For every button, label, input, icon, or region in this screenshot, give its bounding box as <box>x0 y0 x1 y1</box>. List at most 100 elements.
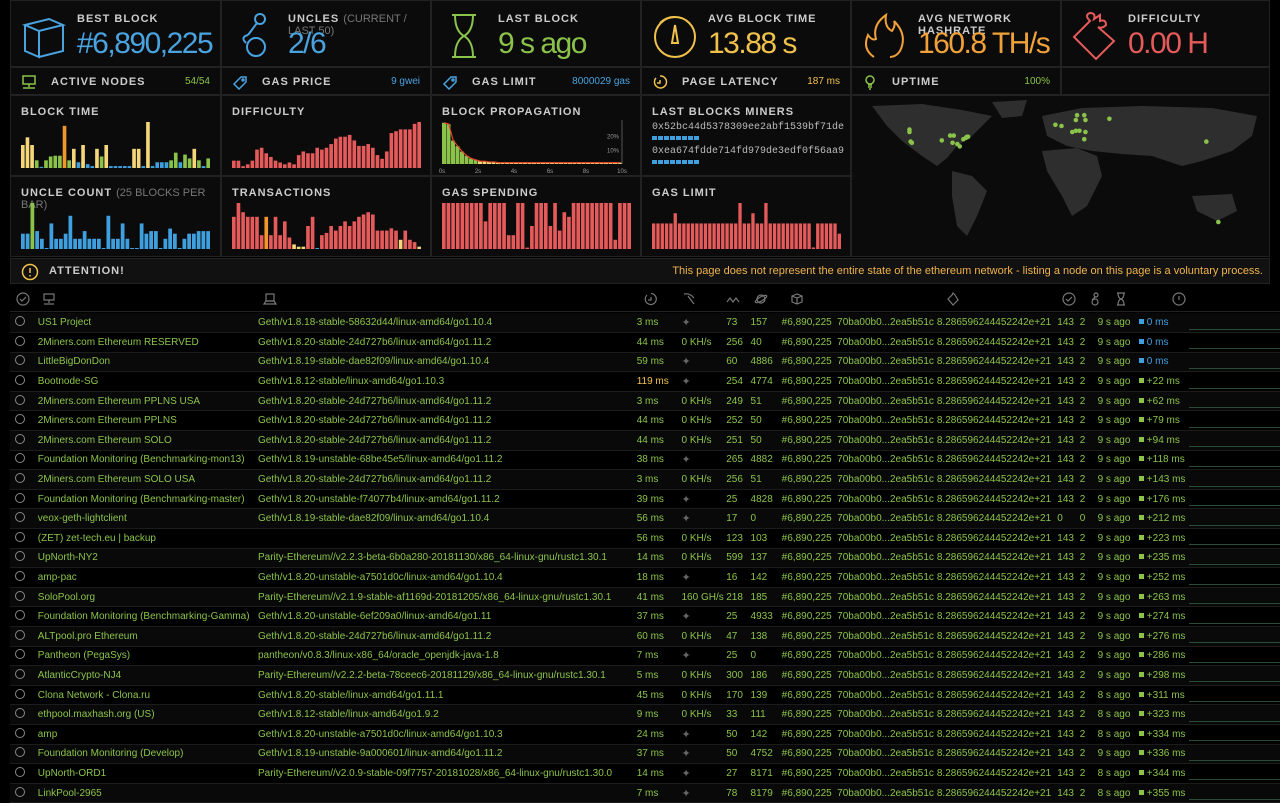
node-row[interactable]: ampGeth/v1.8.20-unstable-a7501d0c/linux-… <box>10 724 1280 744</box>
node-row[interactable]: Pantheon (PegaSys)pantheon/v0.8.3/linux-… <box>10 646 1280 666</box>
node-propagation: +334 ms <box>1139 724 1189 744</box>
gas-limit-bar <box>812 247 815 249</box>
gas-limit-bar <box>682 223 685 249</box>
transactions-check-icon[interactable] <box>1062 292 1076 306</box>
node-row[interactable]: 2Miners.com Ethereum PPLNSGeth/v1.8.20-s… <box>10 411 1280 431</box>
node-row[interactable]: (ZET) zet-tech.eu | backup56 ms0 KH/s123… <box>10 529 1280 549</box>
node-marker[interactable] <box>939 138 944 143</box>
pin-toggle[interactable] <box>15 747 25 757</box>
node-row[interactable]: ALTpool.pro EthereumGeth/v1.8.20-stable-… <box>10 627 1280 647</box>
node-row[interactable]: US1 ProjectGeth/v1.8.18-stable-58632d44/… <box>10 313 1280 333</box>
node-row[interactable]: Foundation Monitoring (Develop)Geth/v1.8… <box>10 744 1280 764</box>
node-row[interactable]: 2Miners.com Ethereum SOLO USAGeth/v1.8.2… <box>10 470 1280 490</box>
pin-toggle[interactable] <box>15 787 25 797</box>
node-type: Geth/v1.8.20-stable-24d727b6/linux-amd64… <box>258 391 637 411</box>
node-marker[interactable] <box>1083 130 1088 135</box>
not-mining-icon: ✦ <box>681 513 690 525</box>
node-map[interactable] <box>851 95 1270 257</box>
node-marker[interactable] <box>1082 113 1087 118</box>
node-icon[interactable] <box>42 292 56 306</box>
pin-toggle[interactable] <box>15 689 25 699</box>
node-marker[interactable] <box>950 141 955 146</box>
node-row[interactable]: 2Miners.com Ethereum SOLOGeth/v1.8.20-st… <box>10 431 1280 451</box>
node-marker[interactable] <box>1216 220 1221 225</box>
pin-toggle[interactable] <box>15 336 25 346</box>
planet-icon[interactable] <box>754 292 768 306</box>
pin-toggle[interactable] <box>15 767 25 777</box>
node-row[interactable]: AtlanticCrypto-NJ4Parity-Ethereum//v2.2.… <box>10 666 1280 686</box>
node-latency: 14 ms <box>637 764 682 784</box>
pin-toggle[interactable] <box>15 728 25 738</box>
node-row[interactable]: amp-pacGeth/v1.8.20-unstable-a7501d0c/li… <box>10 568 1280 588</box>
node-row[interactable]: UpNorth-ORD1Parity-Ethereum//v2.0.9-stab… <box>10 764 1280 784</box>
pin-toggle[interactable] <box>15 610 25 620</box>
node-name: LittleBigDonDon <box>38 352 258 372</box>
pin-toggle[interactable] <box>15 375 25 385</box>
pin-toggle[interactable] <box>15 551 25 561</box>
pin-toggle[interactable] <box>15 669 25 679</box>
laptop-icon[interactable] <box>263 292 277 306</box>
pin-toggle[interactable] <box>15 649 25 659</box>
node-marker[interactable] <box>1070 130 1075 135</box>
pickaxe-icon[interactable] <box>682 292 696 306</box>
pin-toggle[interactable] <box>15 571 25 581</box>
node-row[interactable]: Clona Network - Clona.ruGeth/v1.8.20-sta… <box>10 685 1280 705</box>
pin-toggle[interactable] <box>15 532 25 542</box>
difficulty-puzzle-icon[interactable] <box>946 292 960 306</box>
node-marker[interactable] <box>1077 129 1082 134</box>
sparkline-cell <box>1189 587 1280 607</box>
node-row[interactable]: LittleBigDonDonGeth/v1.8.19-stable-dae82… <box>10 352 1280 372</box>
node-row[interactable]: ethpool.maxhash.org (US)Geth/v1.8.12-sta… <box>10 705 1280 725</box>
node-marker[interactable] <box>1107 117 1112 122</box>
node-marker[interactable] <box>966 135 971 140</box>
node-row[interactable]: SoloPool.orgParity-Ethereum//v2.1.9-stab… <box>10 587 1280 607</box>
pin-toggle[interactable] <box>15 473 25 483</box>
pin-toggle[interactable] <box>15 630 25 640</box>
node-marker[interactable] <box>951 133 956 138</box>
uncle-count-bar <box>178 248 182 249</box>
node-marker[interactable] <box>1059 124 1064 129</box>
node-row[interactable]: 2Miners.com Ethereum RESERVEDGeth/v1.8.2… <box>10 333 1280 353</box>
pin-toggle[interactable] <box>15 414 25 424</box>
pin-toggle[interactable] <box>15 708 25 718</box>
node-row[interactable]: Bootnode-SGGeth/v1.8.12-stable/linux-amd… <box>10 372 1280 392</box>
check-circle-icon[interactable] <box>16 292 30 306</box>
pin-toggle[interactable] <box>15 453 25 463</box>
node-row[interactable]: Foundation Monitoring (Benchmarking-Gamm… <box>10 607 1280 627</box>
pin-toggle[interactable] <box>15 395 25 405</box>
node-row[interactable]: UpNorth-NY2Parity-Ethereum//v2.2.3-beta-… <box>10 548 1280 568</box>
node-last-block: 9 s ago <box>1098 391 1139 411</box>
node-type: Geth/v1.8.20-stable-24d727b6/linux-amd64… <box>258 431 637 451</box>
pin-toggle[interactable] <box>15 493 25 503</box>
node-marker[interactable] <box>1075 113 1080 118</box>
pin-toggle[interactable] <box>15 434 25 444</box>
peers-icon[interactable] <box>726 292 740 306</box>
uncles-col-icon[interactable] <box>1088 292 1102 306</box>
pin-toggle[interactable] <box>15 355 25 365</box>
pin-cell <box>10 411 38 431</box>
block-icon[interactable] <box>790 292 804 306</box>
node-marker[interactable] <box>1083 118 1088 123</box>
node-block: #6,890,225 <box>782 470 837 490</box>
hourglass-col-icon[interactable] <box>1114 292 1128 306</box>
pin-toggle[interactable] <box>15 591 25 601</box>
node-row[interactable]: 2Miners.com Ethereum PPLNS USAGeth/v1.8.… <box>10 391 1280 411</box>
node-marker[interactable] <box>1204 139 1209 144</box>
node-row[interactable]: veox-geth-lightclientGeth/v1.8.19-stable… <box>10 509 1280 529</box>
node-marker[interactable] <box>907 130 912 135</box>
node-row[interactable]: Foundation Monitoring (Benchmarking-mon1… <box>10 450 1280 470</box>
node-propagation: +276 ms <box>1139 627 1189 647</box>
pin-toggle[interactable] <box>15 512 25 522</box>
node-marker[interactable] <box>1074 118 1079 123</box>
uncle-count-bar <box>121 223 125 249</box>
node-marker[interactable] <box>1082 137 1087 142</box>
node-row[interactable]: Foundation Monitoring (Benchmarking-mast… <box>10 489 1280 509</box>
pin-toggle[interactable] <box>15 316 25 326</box>
node-marker[interactable] <box>910 141 915 146</box>
node-pending: 50 <box>751 431 782 451</box>
difficulty-bar <box>274 161 278 168</box>
latency-icon[interactable] <box>644 292 658 306</box>
node-marker[interactable] <box>1053 123 1058 128</box>
node-marker[interactable] <box>957 144 962 149</box>
propagation-col-icon[interactable] <box>1172 292 1186 306</box>
